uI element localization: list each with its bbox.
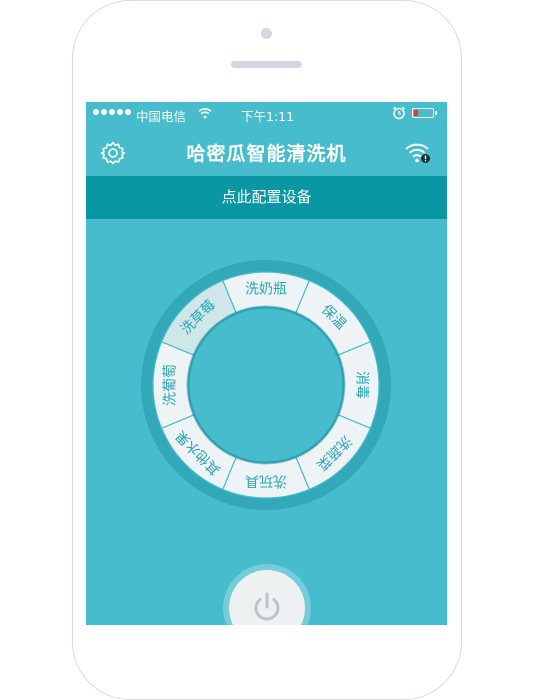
wifi-status-button[interactable]: [404, 140, 432, 166]
mode-segment-label: 洗葡萄: [163, 364, 179, 406]
configure-device-label: 点此配置设备: [221, 188, 312, 206]
alarm-icon: [393, 106, 405, 120]
wash-mode-dial: 洗奶瓶 保温 消毒 洗蔬菜 洗玩具 其他水果 洗葡萄 洗草莓: [141, 260, 391, 510]
wifi-status-icon: [198, 108, 212, 119]
battery-icon: [412, 108, 437, 118]
mode-segment-label: 洗奶瓶: [245, 282, 287, 298]
status-bar: 中国电信 下午1:11: [86, 102, 447, 126]
app-screen: 中国电信 下午1:11 哈密瓜智能清洗机 点此配置设备 洗奶瓶 保温 消毒 洗蔬…: [86, 102, 447, 625]
configure-device-bar[interactable]: 点此配置设备: [86, 176, 447, 219]
earpiece-speaker: [231, 61, 302, 68]
dial-center: [186, 305, 346, 465]
mode-segment-label: 洗玩具: [245, 473, 287, 489]
app-title: 哈密瓜智能清洗机: [186, 143, 347, 165]
signal-strength-icon: [93, 109, 131, 115]
power-button[interactable]: [229, 570, 305, 625]
mode-segment-label: 消毒: [354, 371, 370, 399]
status-time: 下午1:11: [241, 109, 295, 124]
carrier-name: 中国电信: [136, 109, 187, 124]
front-camera: [261, 28, 272, 39]
power-icon: [254, 592, 280, 621]
wifi-alert-icon: [405, 143, 430, 163]
nav-bar: 哈密瓜智能清洗机: [86, 126, 447, 176]
